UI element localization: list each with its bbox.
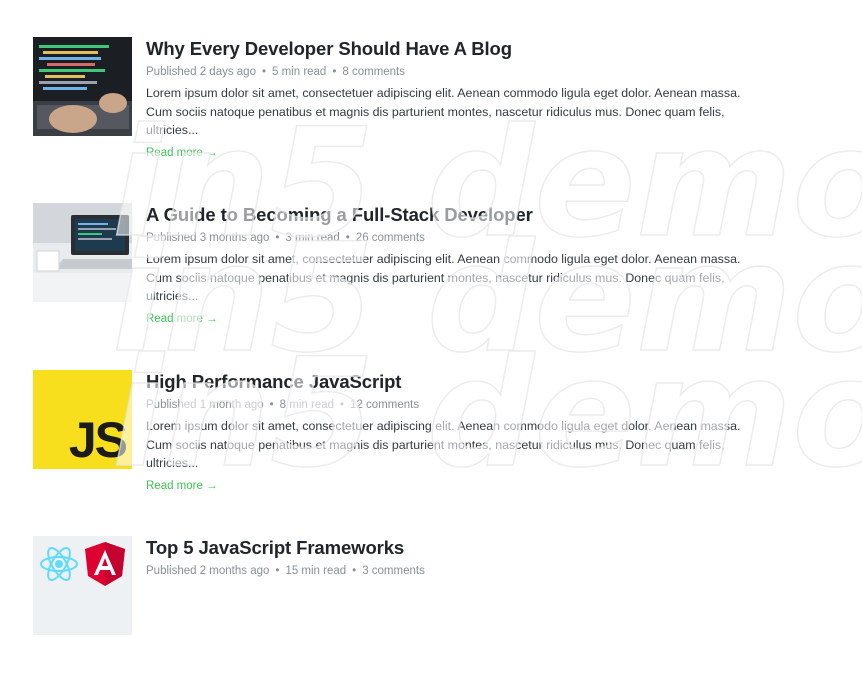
post-published-date: Published 1 month ago — [146, 399, 264, 411]
post-item: JS High Performance JavaScript Published… — [33, 370, 753, 520]
post-meta: Published 1 month ago • 8 min read • 12 comm… — [146, 397, 746, 413]
post-thumbnail-laptop-desk[interactable] — [33, 203, 132, 302]
meta-separator: • — [275, 565, 280, 577]
post-title[interactable]: Top 5 JavaScript Frameworks — [146, 536, 746, 560]
post-meta: Published 2 months ago • 15 min read • 3 com… — [146, 563, 746, 579]
post-read-time: 3 min read — [285, 232, 340, 244]
meta-separator: • — [345, 232, 350, 244]
post-excerpt: Lorem ipsum dolor sit amet, consectetuer… — [146, 252, 741, 304]
post-item: A Guide to Becoming a Full-Stack Develop… — [33, 203, 753, 353]
read-more-link[interactable]: Read more → — [146, 311, 218, 327]
post-thumbnail-laptop-code[interactable] — [33, 37, 132, 136]
js-logo-text: JS — [68, 412, 128, 468]
post-published-date: Published 2 months ago — [146, 565, 270, 577]
post-read-time: 15 min read — [285, 565, 347, 577]
post-title[interactable]: Why Every Developer Should Have A Blog — [146, 37, 746, 61]
post-comments-count[interactable]: 3 comments — [362, 565, 425, 577]
post-meta: Published 2 days ago • 5 min read • 8 commen… — [146, 64, 746, 80]
meta-separator: • — [275, 232, 280, 244]
post-read-time: 8 min read — [279, 399, 335, 411]
read-more-link[interactable]: Read more → — [146, 478, 218, 494]
meta-separator: • — [269, 399, 274, 411]
post-title[interactable]: High Performance JavaScript — [146, 370, 746, 394]
post-comments-count[interactable]: 12 comments — [350, 399, 419, 411]
post-comments-count[interactable]: 8 comments — [342, 66, 405, 78]
post-title[interactable]: A Guide to Becoming a Full-Stack Develop… — [146, 203, 746, 227]
read-more-link[interactable]: Read more → — [146, 145, 218, 161]
post-excerpt: Lorem ipsum dolor sit amet, consectetuer… — [146, 86, 741, 138]
post-content: High Performance JavaScript Published 1 … — [146, 370, 746, 494]
post-read-time: 5 min read — [272, 66, 327, 78]
meta-separator: • — [352, 565, 357, 577]
meta-separator: • — [340, 399, 345, 411]
post-comments-count[interactable]: 26 comments — [356, 232, 425, 244]
meta-separator: • — [261, 66, 266, 78]
post-content: A Guide to Becoming a Full-Stack Develop… — [146, 203, 746, 327]
meta-separator: • — [332, 66, 337, 78]
post-published-date: Published 3 months ago — [146, 232, 270, 244]
post-thumbnail-frameworks[interactable] — [33, 536, 132, 635]
post-content: Top 5 JavaScript Frameworks Published 2 … — [146, 536, 746, 579]
post-published-date: Published 2 days ago — [146, 66, 256, 78]
post-excerpt: Lorem ipsum dolor sit amet, consectetuer… — [146, 419, 741, 471]
post-item: Top 5 JavaScript Frameworks Published 2 … — [33, 536, 753, 686]
post-item: Why Every Developer Should Have A Blog P… — [33, 37, 753, 187]
post-content: Why Every Developer Should Have A Blog P… — [146, 37, 746, 161]
post-meta: Published 3 months ago • 3 min read • 26 com… — [146, 230, 746, 246]
post-thumbnail-js-logo[interactable]: JS — [33, 370, 132, 469]
